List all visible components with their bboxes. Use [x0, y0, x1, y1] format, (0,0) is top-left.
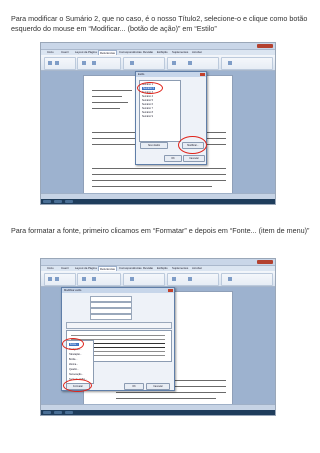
taskbar-app[interactable]	[54, 411, 62, 414]
highlight-ring-format	[63, 379, 92, 392]
word-screenshot-modify-dialog: Início Inserir Layout da Página Referênc…	[40, 258, 276, 416]
taskbar-app[interactable]	[54, 200, 62, 203]
menu-item-idioma[interactable]: Idioma...	[69, 363, 78, 366]
ok-button[interactable]: OK	[124, 383, 144, 390]
start-button[interactable]	[43, 411, 51, 414]
taskbar-app[interactable]	[65, 411, 73, 414]
ribbon	[41, 271, 275, 287]
window-titlebar	[41, 43, 275, 50]
document-area: Estilo Sumário 1 Sumário 2 Sumário 3 Sum…	[41, 71, 275, 194]
highlight-ring-font	[62, 338, 84, 350]
list-item[interactable]: Sumário 9	[142, 115, 153, 118]
list-item[interactable]: Sumário 4	[142, 95, 153, 98]
window-buttons	[257, 44, 273, 48]
instruction-paragraph-2: Para formatar a fonte, primeiro clicamos…	[11, 226, 310, 235]
dialog-title: Modificar estilo	[62, 288, 174, 293]
new-style-button[interactable]: Novo Estilo	[140, 142, 168, 149]
following-style-field[interactable]	[90, 314, 132, 320]
close-icon[interactable]	[200, 73, 205, 76]
menu-item-quadro[interactable]: Quadro...	[69, 368, 79, 371]
close-icon[interactable]	[168, 289, 173, 292]
window-titlebar	[41, 259, 275, 266]
document-area: Modificar estilo Fonte... Parágrafo... T…	[41, 287, 275, 405]
list-item[interactable]: Sumário 5	[142, 99, 153, 102]
ok-button[interactable]: OK	[164, 155, 182, 162]
instruction-paragraph-1: Para modificar o Sumário 2, que no caso,…	[11, 14, 308, 33]
cancel-button[interactable]: Cancelar	[183, 155, 205, 162]
taskbar-app[interactable]	[65, 200, 73, 203]
modify-style-dialog: Modificar estilo Fonte... Parágrafo... T…	[61, 287, 175, 392]
word-screenshot-style-dialog: Início Inserir Layout da Página Referênc…	[40, 42, 276, 205]
list-item[interactable]: Sumário 7	[142, 107, 153, 110]
formatting-toolbar[interactable]	[66, 322, 172, 329]
window-buttons	[257, 260, 273, 264]
start-button[interactable]	[43, 200, 51, 203]
menu-item-numeracao[interactable]: Numeração...	[69, 373, 83, 376]
taskbar	[41, 199, 275, 204]
list-item[interactable]: Sumário 6	[142, 103, 153, 106]
list-item[interactable]: Sumário 8	[142, 111, 153, 114]
highlight-ring-selection	[137, 82, 163, 94]
highlight-ring-modify	[178, 136, 207, 154]
menu-item-tabulacao[interactable]: Tabulação...	[69, 353, 82, 356]
menu-item-borda[interactable]: Borda...	[69, 358, 77, 361]
dialog-title: Estilo	[136, 72, 206, 77]
cancel-button[interactable]: Cancelar	[146, 383, 170, 390]
style-dialog: Estilo Sumário 1 Sumário 2 Sumário 3 Sum…	[135, 71, 207, 165]
ribbon	[41, 55, 275, 71]
taskbar	[41, 410, 275, 415]
